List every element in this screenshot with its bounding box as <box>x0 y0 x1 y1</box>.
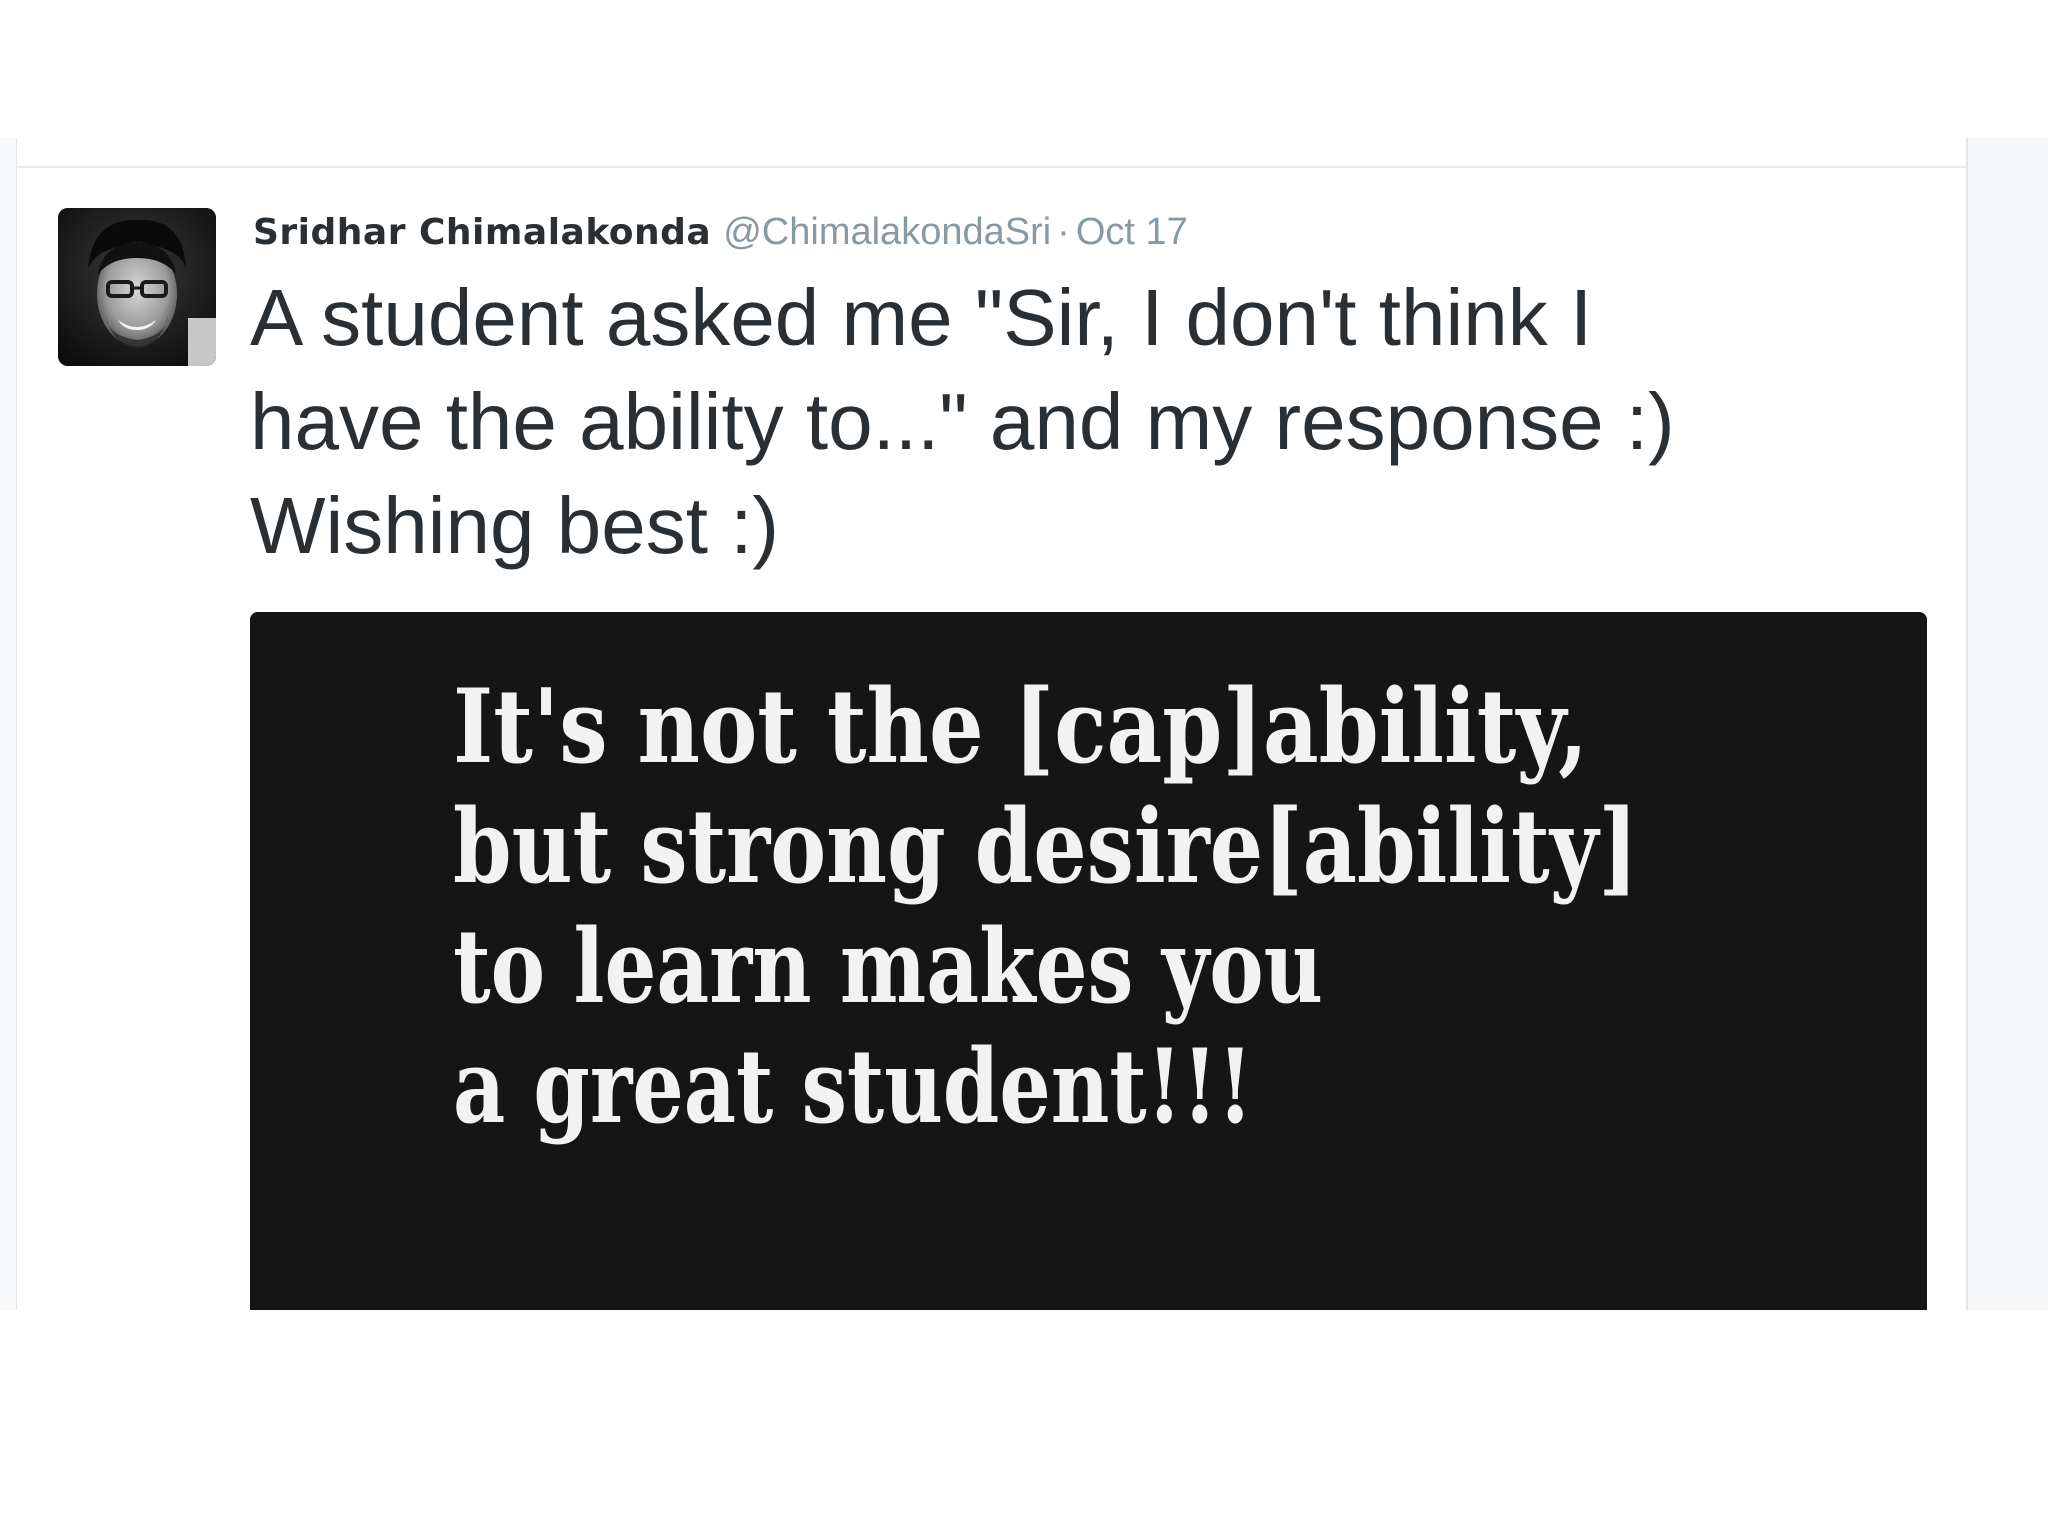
quote-image: It's not the [cap]ability, but strong de… <box>250 612 1927 1310</box>
left-margin <box>0 138 17 1310</box>
tweet-text-line: A student asked me "Sir, I don't think I <box>250 273 1593 362</box>
avatar-photo-icon <box>58 208 216 366</box>
page: Sridhar Chimalakonda @ChimalakondaSri · Oct… <box>0 0 2048 1536</box>
quote-line: It's not the [cap]ability, <box>453 667 1588 787</box>
tweet-text-line: Wishing best :) <box>250 481 780 570</box>
tweet-text: A student asked me "Sir, I don't think I… <box>250 266 1950 578</box>
meta-separator: · <box>1057 211 1070 253</box>
author-handle[interactable]: @ChimalakondaSri <box>723 211 1051 253</box>
divider <box>17 166 1966 168</box>
tweet-header: Sridhar Chimalakonda @ChimalakondaSri · Oct… <box>253 204 1188 260</box>
quote-line: but strong desire[ability] <box>453 787 1638 907</box>
tweet-text-line: have the ability to..." and my response … <box>250 377 1675 466</box>
tweet-screenshot: Sridhar Chimalakonda @ChimalakondaSri · Oct… <box>0 138 2048 1310</box>
author-name[interactable]: Sridhar Chimalakonda <box>253 212 711 253</box>
right-gutter <box>1966 138 2048 1310</box>
tweet-media-image[interactable]: It's not the [cap]ability, but strong de… <box>250 612 1927 1310</box>
tweet-timestamp[interactable]: Oct 17 <box>1076 211 1188 253</box>
tweet-card[interactable]: Sridhar Chimalakonda @ChimalakondaSri · Oct… <box>17 138 1966 1310</box>
quote-line: a great student!!! <box>453 1027 1253 1147</box>
quote-line: to learn makes you <box>453 907 1323 1027</box>
avatar[interactable] <box>58 208 216 366</box>
